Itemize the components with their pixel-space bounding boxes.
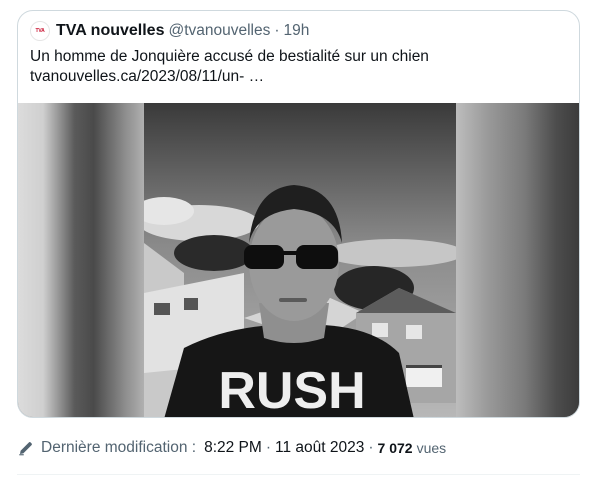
author-handle[interactable]: @tvanouvelles [168,22,270,40]
separator: · [274,22,280,39]
views-label: vues [416,440,447,456]
divider [17,474,580,475]
tweet-media[interactable]: RUSH [18,103,579,418]
blurred-background-left [18,103,144,417]
tweet-time[interactable]: 19h [284,22,310,40]
tweet-photo[interactable]: RUSH [144,103,456,418]
shirt-text: RUSH [218,362,365,418]
blurred-background-right [456,103,579,417]
edit-label[interactable]: Dernière modification : [41,439,196,457]
tva-logo-icon[interactable]: TVA [30,21,50,41]
meta-date[interactable]: 11 août 2023 [275,439,364,457]
author-name[interactable]: TVA nouvelles [56,22,164,40]
views-count: 7 072 [377,440,413,456]
separator: · [368,439,374,456]
tweet-text: Un homme de Jonquière accusé de bestiali… [30,47,550,87]
meta-time[interactable]: 8:22 PM [204,439,262,457]
tweet-link[interactable]: tvanouvelles.ca/2023/08/11/un- … [30,67,550,87]
photo-illustration: RUSH [144,103,456,418]
quoted-tweet-card[interactable]: TVA TVA nouvelles @tvanouvelles · 19h Un… [17,10,580,418]
pencil-icon[interactable] [17,439,35,457]
separator: · [265,439,271,456]
tweet-meta-row: Dernière modification : 8:22 PM · 11 aoû… [17,437,446,459]
tweet-header: TVA TVA nouvelles @tvanouvelles · 19h [30,21,309,41]
tweet-text-line-1: Un homme de Jonquière accusé de bestiali… [30,48,429,65]
